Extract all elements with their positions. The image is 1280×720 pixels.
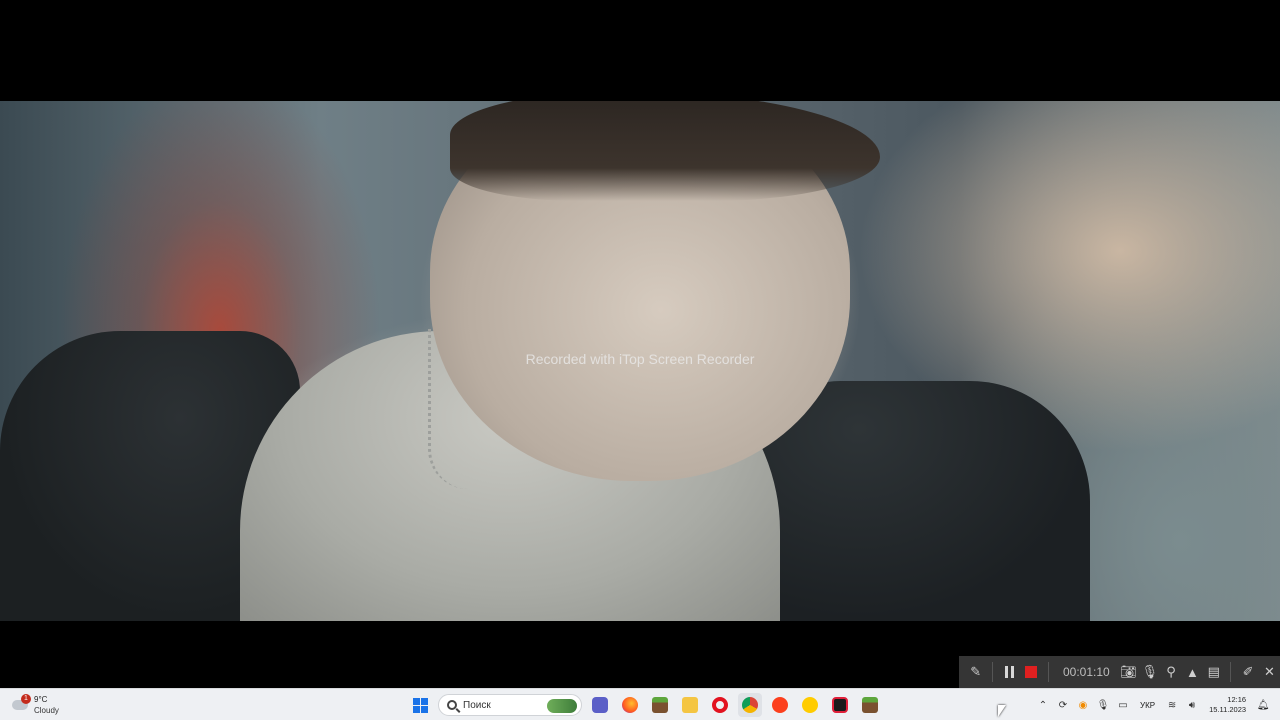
weather-temp: 9°C (34, 695, 48, 704)
firefox-icon (622, 697, 638, 713)
wifi-icon[interactable]: ≋ (1165, 698, 1179, 712)
minecraft-app[interactable] (648, 693, 672, 717)
volume-tray-icon[interactable]: 🔊︎ (1185, 698, 1199, 712)
toolbar-divider (992, 662, 994, 682)
clock[interactable]: 12:16 15.11.2023 (1209, 695, 1246, 715)
recorder-watermark: Recorded with iTop Screen Recorder (525, 351, 755, 367)
volume-icon[interactable]: ▲ (1182, 661, 1203, 683)
pause-icon (1005, 666, 1015, 678)
minecraft-app-2[interactable] (858, 693, 882, 717)
start-button[interactable] (408, 693, 432, 717)
mouse-cursor (998, 705, 1006, 717)
toolbar-divider (1048, 662, 1049, 682)
clock-date: 15.11.2023 (1209, 705, 1247, 714)
minecraft-icon (652, 697, 668, 713)
hair-shape (450, 101, 880, 201)
avast-icon[interactable]: ◉ (1076, 698, 1090, 712)
stop-icon (1025, 666, 1038, 678)
yandex-icon (772, 697, 788, 713)
chevron-up-icon[interactable]: ⌃ (1036, 698, 1050, 712)
search-icon (447, 700, 457, 710)
stop-button[interactable] (1021, 661, 1042, 683)
weather-condition: Cloudy (34, 706, 59, 715)
notification-badge: 1 (21, 694, 31, 704)
search-highlight-icon (547, 699, 577, 713)
pen-icon[interactable]: ✎ (965, 661, 986, 683)
sync-icon[interactable]: ⟳ (1056, 698, 1070, 712)
display-icon[interactable]: ▭ (1116, 698, 1130, 712)
close-icon[interactable]: ✕ (1259, 661, 1280, 683)
recorder-icon (832, 697, 848, 713)
pause-button[interactable] (999, 661, 1020, 683)
mic-tray-icon[interactable]: 🎙︎ (1096, 698, 1110, 712)
meet-icon (592, 697, 608, 713)
jacket-right-shape (760, 381, 1090, 621)
recording-timer: 00:01:10 (1062, 665, 1110, 679)
app-launcher[interactable] (798, 693, 822, 717)
language-indicator[interactable]: УКР (1140, 701, 1155, 710)
recorder-toolbar: ✎ 00:01:10 📷︎ 🎙︎ ⚲ ▲ ▤ ✐ ✕ (959, 656, 1280, 688)
chrome-app[interactable] (738, 693, 762, 717)
video-frame: Recorded with iTop Screen Recorder (0, 101, 1280, 621)
meet-app[interactable] (588, 693, 612, 717)
clock-time: 12:16 (1227, 695, 1247, 704)
zoom-icon[interactable]: ⚲ (1160, 661, 1181, 683)
opera-icon (712, 697, 728, 713)
minecraft-icon (862, 697, 878, 713)
camera-icon[interactable]: 📷︎ (1118, 661, 1139, 683)
taskbar-search[interactable]: Поиск (438, 694, 582, 716)
edit-icon[interactable]: ✐ (1237, 661, 1258, 683)
search-placeholder: Поиск (463, 699, 491, 711)
firefox-app[interactable] (618, 693, 642, 717)
squiggle-icon (802, 697, 818, 713)
chrome-icon (742, 697, 758, 713)
windows-icon (412, 697, 428, 713)
taskbar: 1 9°C Cloudy Поиск ⌃ ⟳ ◉ 🎙︎ ▭ УКР ≋ 🔊︎ 1… (0, 688, 1280, 720)
weather-widget[interactable]: 1 9°C Cloudy (12, 692, 82, 718)
screen-recorder-app[interactable] (828, 693, 852, 717)
file-explorer-app[interactable] (678, 693, 702, 717)
opera-app[interactable] (708, 693, 732, 717)
comment-icon[interactable]: ▤ (1203, 661, 1224, 683)
yandex-app[interactable] (768, 693, 792, 717)
mic-icon[interactable]: 🎙︎ (1139, 661, 1160, 683)
taskbar-apps: Поиск (408, 693, 882, 717)
system-tray: ⌃ ⟳ ◉ 🎙︎ ▭ УКР ≋ 🔊︎ 12:16 15.11.2023 🔔︎ (1036, 693, 1270, 717)
toolbar-divider (1230, 662, 1232, 682)
notification-bell-icon[interactable]: 🔔︎ (1256, 698, 1270, 712)
folder-icon (682, 697, 698, 713)
